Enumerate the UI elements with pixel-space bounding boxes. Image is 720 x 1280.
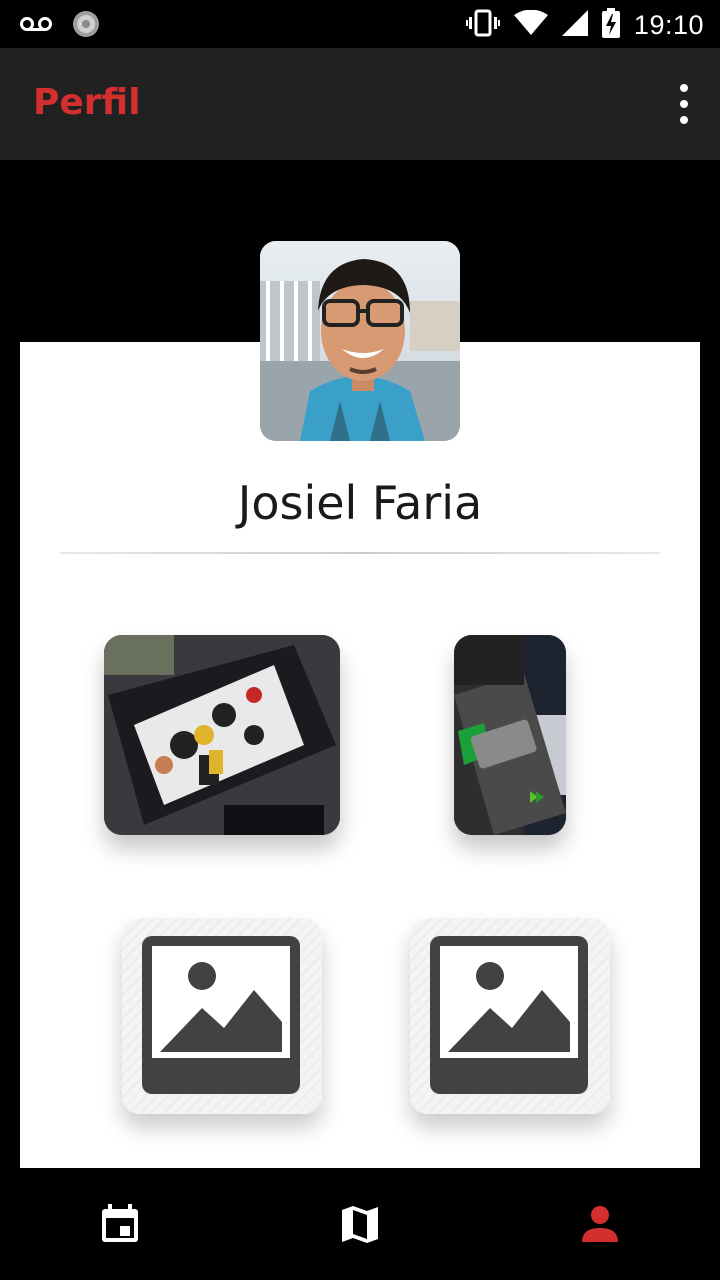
image-placeholder-icon [142,936,300,1094]
business-card-photo[interactable] [454,635,566,835]
sync-icon [72,10,100,43]
profile-name: Josiel Faria [237,476,483,530]
app-bar: Perfil [0,48,720,160]
voicemail-icon [20,14,52,39]
battery-charging-icon [601,8,620,43]
bottom-navigation [0,1168,720,1280]
image-placeholder-2[interactable] [410,918,610,1114]
image-placeholder-1[interactable] [122,918,322,1114]
more-vert-icon[interactable] [676,84,692,124]
person-icon [582,1206,618,1242]
nav-item-profile[interactable] [480,1168,720,1280]
wifi-icon [513,9,548,41]
profile-photo[interactable] [260,241,460,441]
map-icon [342,1206,378,1243]
status-bar: 19:10 [0,0,720,48]
divider [60,552,660,554]
vibrate-icon [465,9,500,42]
calendar-event-icon [102,1204,138,1242]
nav-item-calendar[interactable] [0,1168,240,1280]
nav-item-map[interactable] [240,1168,480,1280]
artwork-photo[interactable] [104,635,340,835]
status-time: 19:10 [633,10,704,40]
page-title: Perfil [33,82,141,123]
image-placeholder-icon [430,936,588,1094]
signal-icon [561,10,588,41]
